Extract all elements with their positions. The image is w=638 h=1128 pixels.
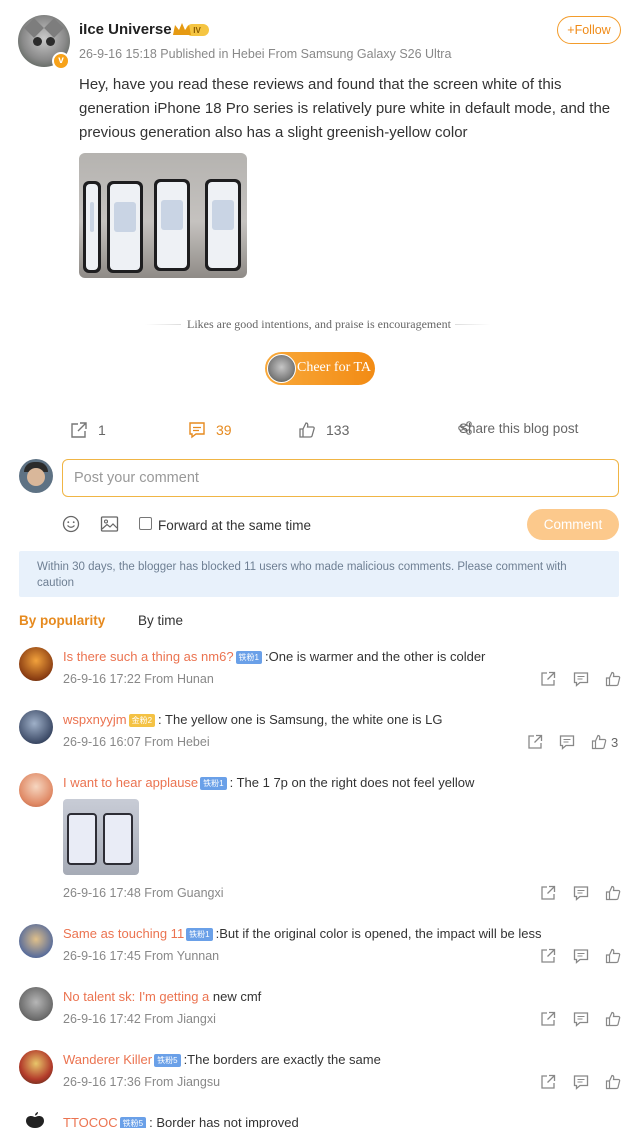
comment-meta: 26-9-16 17:22 From Hunan — [63, 672, 214, 686]
follow-button[interactable]: +Follow — [557, 16, 621, 44]
like-action[interactable]: 133 — [298, 420, 349, 440]
comment-body: : Border has not improved — [149, 1115, 299, 1128]
comment-avatar[interactable] — [19, 773, 53, 807]
comment-meta: 26-9-16 17:48 From Guangxi — [63, 886, 224, 900]
comment-avatar[interactable] — [19, 647, 53, 681]
comment-username[interactable]: No talent sk: I'm getting a — [63, 989, 209, 1004]
cheer-avatar — [267, 354, 296, 383]
fan-badge: 铁粉5 — [154, 1054, 181, 1067]
comment-like-icon[interactable] — [591, 734, 607, 750]
fan-badge: 金粉2 — [128, 714, 156, 727]
comment-avatar[interactable] — [19, 710, 53, 744]
fan-badge: 铁粉1 — [200, 777, 227, 790]
verified-badge-icon: v — [52, 52, 70, 70]
comment-text-line: I want to hear applause 铁粉1: The 1 7p on … — [63, 775, 474, 790]
comment-forward-icon[interactable] — [540, 885, 556, 901]
forward-icon — [71, 422, 87, 438]
comment-image[interactable] — [63, 799, 139, 875]
fan-badge: 铁粉5 — [119, 1117, 147, 1128]
comment-like-icon[interactable] — [605, 1011, 621, 1027]
author-name[interactable]: iIce Universe — [79, 21, 172, 38]
divider-left — [145, 324, 181, 325]
comment-meta: 26-9-16 17:42 From Jiangxi — [63, 1012, 216, 1026]
comment-count: 39 — [216, 422, 232, 438]
comment-username[interactable]: Wanderer Killer — [63, 1052, 152, 1067]
comment-body: : The 1 7p on the right does not feel ye… — [229, 775, 475, 790]
post-image[interactable] — [79, 153, 247, 278]
svg-text:IV: IV — [193, 26, 201, 35]
emoji-icon[interactable] — [62, 515, 80, 533]
comment-text-line: No talent sk: I'm getting a new cmf — [63, 989, 261, 1004]
comment-reply-icon[interactable] — [559, 734, 575, 750]
cheer-caption: Likes are good intentions, and praise is… — [187, 317, 451, 331]
my-avatar[interactable] — [19, 459, 53, 493]
comment-body: :The borders are exactly the same — [183, 1052, 381, 1067]
comment-avatar[interactable] — [19, 1050, 53, 1084]
cheer-button[interactable]: Cheer for TA — [265, 352, 375, 385]
comment-avatar[interactable] — [19, 987, 53, 1021]
sort-by-time-tab[interactable]: By time — [138, 613, 183, 628]
forward-checkbox[interactable] — [139, 517, 152, 530]
image-upload-icon[interactable] — [100, 515, 119, 533]
comment-icon — [189, 422, 205, 439]
comment-body: :One is warmer and the other is colder — [265, 649, 486, 664]
comment-avatar[interactable] — [19, 924, 53, 958]
thumbs-up-icon — [299, 422, 315, 438]
comment-submit-button[interactable]: Comment — [527, 509, 619, 540]
comment-reply-icon[interactable] — [573, 1074, 589, 1090]
comment-text-line: TTOCOC 铁粉5: Border has not improved — [63, 1115, 299, 1128]
divider-right — [455, 324, 491, 325]
comment-reply-icon[interactable] — [573, 948, 589, 964]
comment-reply-icon[interactable] — [573, 885, 589, 901]
comment-like-icon[interactable] — [605, 885, 621, 901]
comment-body: new cmf — [209, 989, 262, 1004]
comment-forward-icon[interactable] — [527, 734, 543, 750]
comment-reply-icon[interactable] — [573, 1011, 589, 1027]
comment-like-icon[interactable] — [605, 1074, 621, 1090]
comment-forward-icon[interactable] — [540, 948, 556, 964]
comment-username[interactable]: Is there such a thing as nm6? — [63, 649, 234, 664]
comment-text-line: Is there such a thing as nm6? 铁粉1:One is … — [63, 649, 485, 664]
comment-text-line: Wanderer Killer 铁粉5:The borders are exact… — [63, 1052, 381, 1067]
forward-label: Forward at the same time — [158, 518, 312, 533]
fan-badge: 铁粉1 — [186, 928, 213, 941]
comment-forward-icon[interactable] — [540, 1074, 556, 1090]
comment-body: :But if the original color is opened, th… — [215, 926, 542, 941]
forward-action[interactable]: 1 — [70, 420, 106, 440]
comment-forward-icon[interactable] — [540, 671, 556, 687]
blocked-users-notice: Within 30 days, the blogger has blocked … — [19, 551, 619, 597]
post-meta: 26-9-16 15:18 Published in Hebei From Sa… — [79, 47, 452, 61]
comment-meta: 26-9-16 16:07 From Hebei — [63, 735, 210, 749]
share-post-link[interactable]: Share this blog post — [459, 421, 578, 436]
apple-logo-icon[interactable] — [22, 1112, 48, 1128]
comment-username[interactable]: TTOCOC — [63, 1115, 118, 1128]
comment-like-icon[interactable] — [605, 948, 621, 964]
like-count: 133 — [326, 422, 350, 438]
comment-username[interactable]: I want to hear applause — [63, 775, 198, 790]
comment-meta: 26-9-16 17:36 From Jiangsu — [63, 1075, 221, 1089]
forward-count: 1 — [98, 422, 106, 438]
comment-action[interactable]: 39 — [188, 420, 232, 440]
comment-username[interactable]: Same as touching 11 — [63, 926, 184, 941]
fan-badge: 铁粉1 — [235, 651, 262, 664]
sort-by-popularity-tab[interactable]: By popularity — [19, 613, 105, 628]
comment-text-line: Same as touching 11 铁粉1:But if the origin… — [63, 926, 542, 941]
post-text: Hey, have you read these reviews and fou… — [79, 76, 611, 141]
comment-username[interactable]: wspxnyyjm — [63, 712, 127, 727]
comment-forward-icon[interactable] — [540, 1011, 556, 1027]
comment-meta: 26-9-16 17:45 From Yunnan — [63, 949, 220, 963]
comment-body: : The yellow one is Samsung, the white o… — [158, 712, 443, 727]
comment-reply-icon[interactable] — [573, 671, 589, 687]
comment-like-count: 3 — [611, 735, 619, 750]
member-crown-icon: IV — [173, 23, 209, 36]
comment-text-line: wspxnyyjm 金粉2: The yellow one is Samsung,… — [63, 712, 443, 727]
cheer-label: Cheer for TA — [297, 360, 372, 375]
comment-like-icon[interactable] — [605, 671, 621, 687]
comment-input[interactable]: Post your comment — [62, 459, 619, 497]
